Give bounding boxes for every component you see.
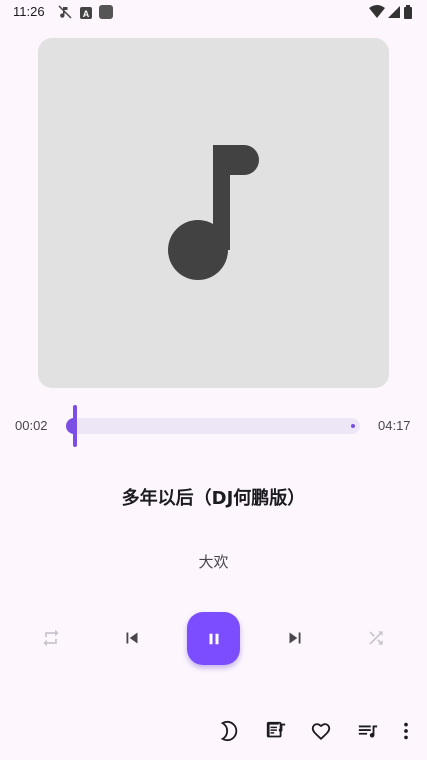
lyrics-button[interactable] bbox=[264, 719, 288, 743]
song-title: 多年以后（DJ何鹏版） bbox=[121, 488, 306, 509]
artist-name[interactable]: 大欢 bbox=[0, 551, 427, 572]
skip-previous-icon bbox=[126, 632, 138, 644]
skip-next-icon bbox=[289, 632, 301, 644]
next-button[interactable] bbox=[283, 626, 307, 650]
signal-icon bbox=[388, 4, 400, 23]
pause-icon bbox=[209, 633, 218, 644]
a-icon: A bbox=[80, 4, 92, 23]
previous-button[interactable] bbox=[120, 626, 144, 650]
repeat-button[interactable] bbox=[39, 626, 63, 650]
square-app-icon bbox=[99, 4, 113, 23]
seek-thumb[interactable] bbox=[73, 405, 77, 447]
more-icon bbox=[404, 722, 408, 740]
shuffle-icon bbox=[369, 631, 383, 645]
seek-bar[interactable] bbox=[66, 418, 360, 434]
lyrics-icon bbox=[266, 721, 286, 738]
sleep-timer-icon bbox=[220, 720, 238, 742]
svg-text:A: A bbox=[83, 9, 90, 19]
seek-end-marker bbox=[351, 424, 355, 428]
queue-icon bbox=[358, 725, 378, 738]
battery-icon bbox=[404, 4, 412, 23]
total-time: 04:17 bbox=[378, 418, 411, 433]
status-bar: 11:26 A bbox=[0, 0, 427, 24]
more-options-button[interactable] bbox=[394, 719, 418, 743]
elapsed-time: 00:02 bbox=[15, 418, 48, 433]
favorite-button[interactable] bbox=[309, 719, 333, 743]
sleep-timer-button[interactable] bbox=[217, 719, 241, 743]
album-art bbox=[38, 38, 389, 388]
wifi-icon bbox=[369, 4, 385, 23]
favorite-icon bbox=[311, 723, 331, 741]
pause-button[interactable] bbox=[187, 612, 240, 665]
repeat-icon bbox=[43, 629, 59, 647]
music-note-off-icon bbox=[58, 4, 72, 23]
music-note-icon bbox=[168, 145, 259, 280]
shuffle-button[interactable] bbox=[364, 626, 388, 650]
queue-button[interactable] bbox=[356, 719, 380, 743]
status-time: 11:26 bbox=[13, 4, 45, 19]
